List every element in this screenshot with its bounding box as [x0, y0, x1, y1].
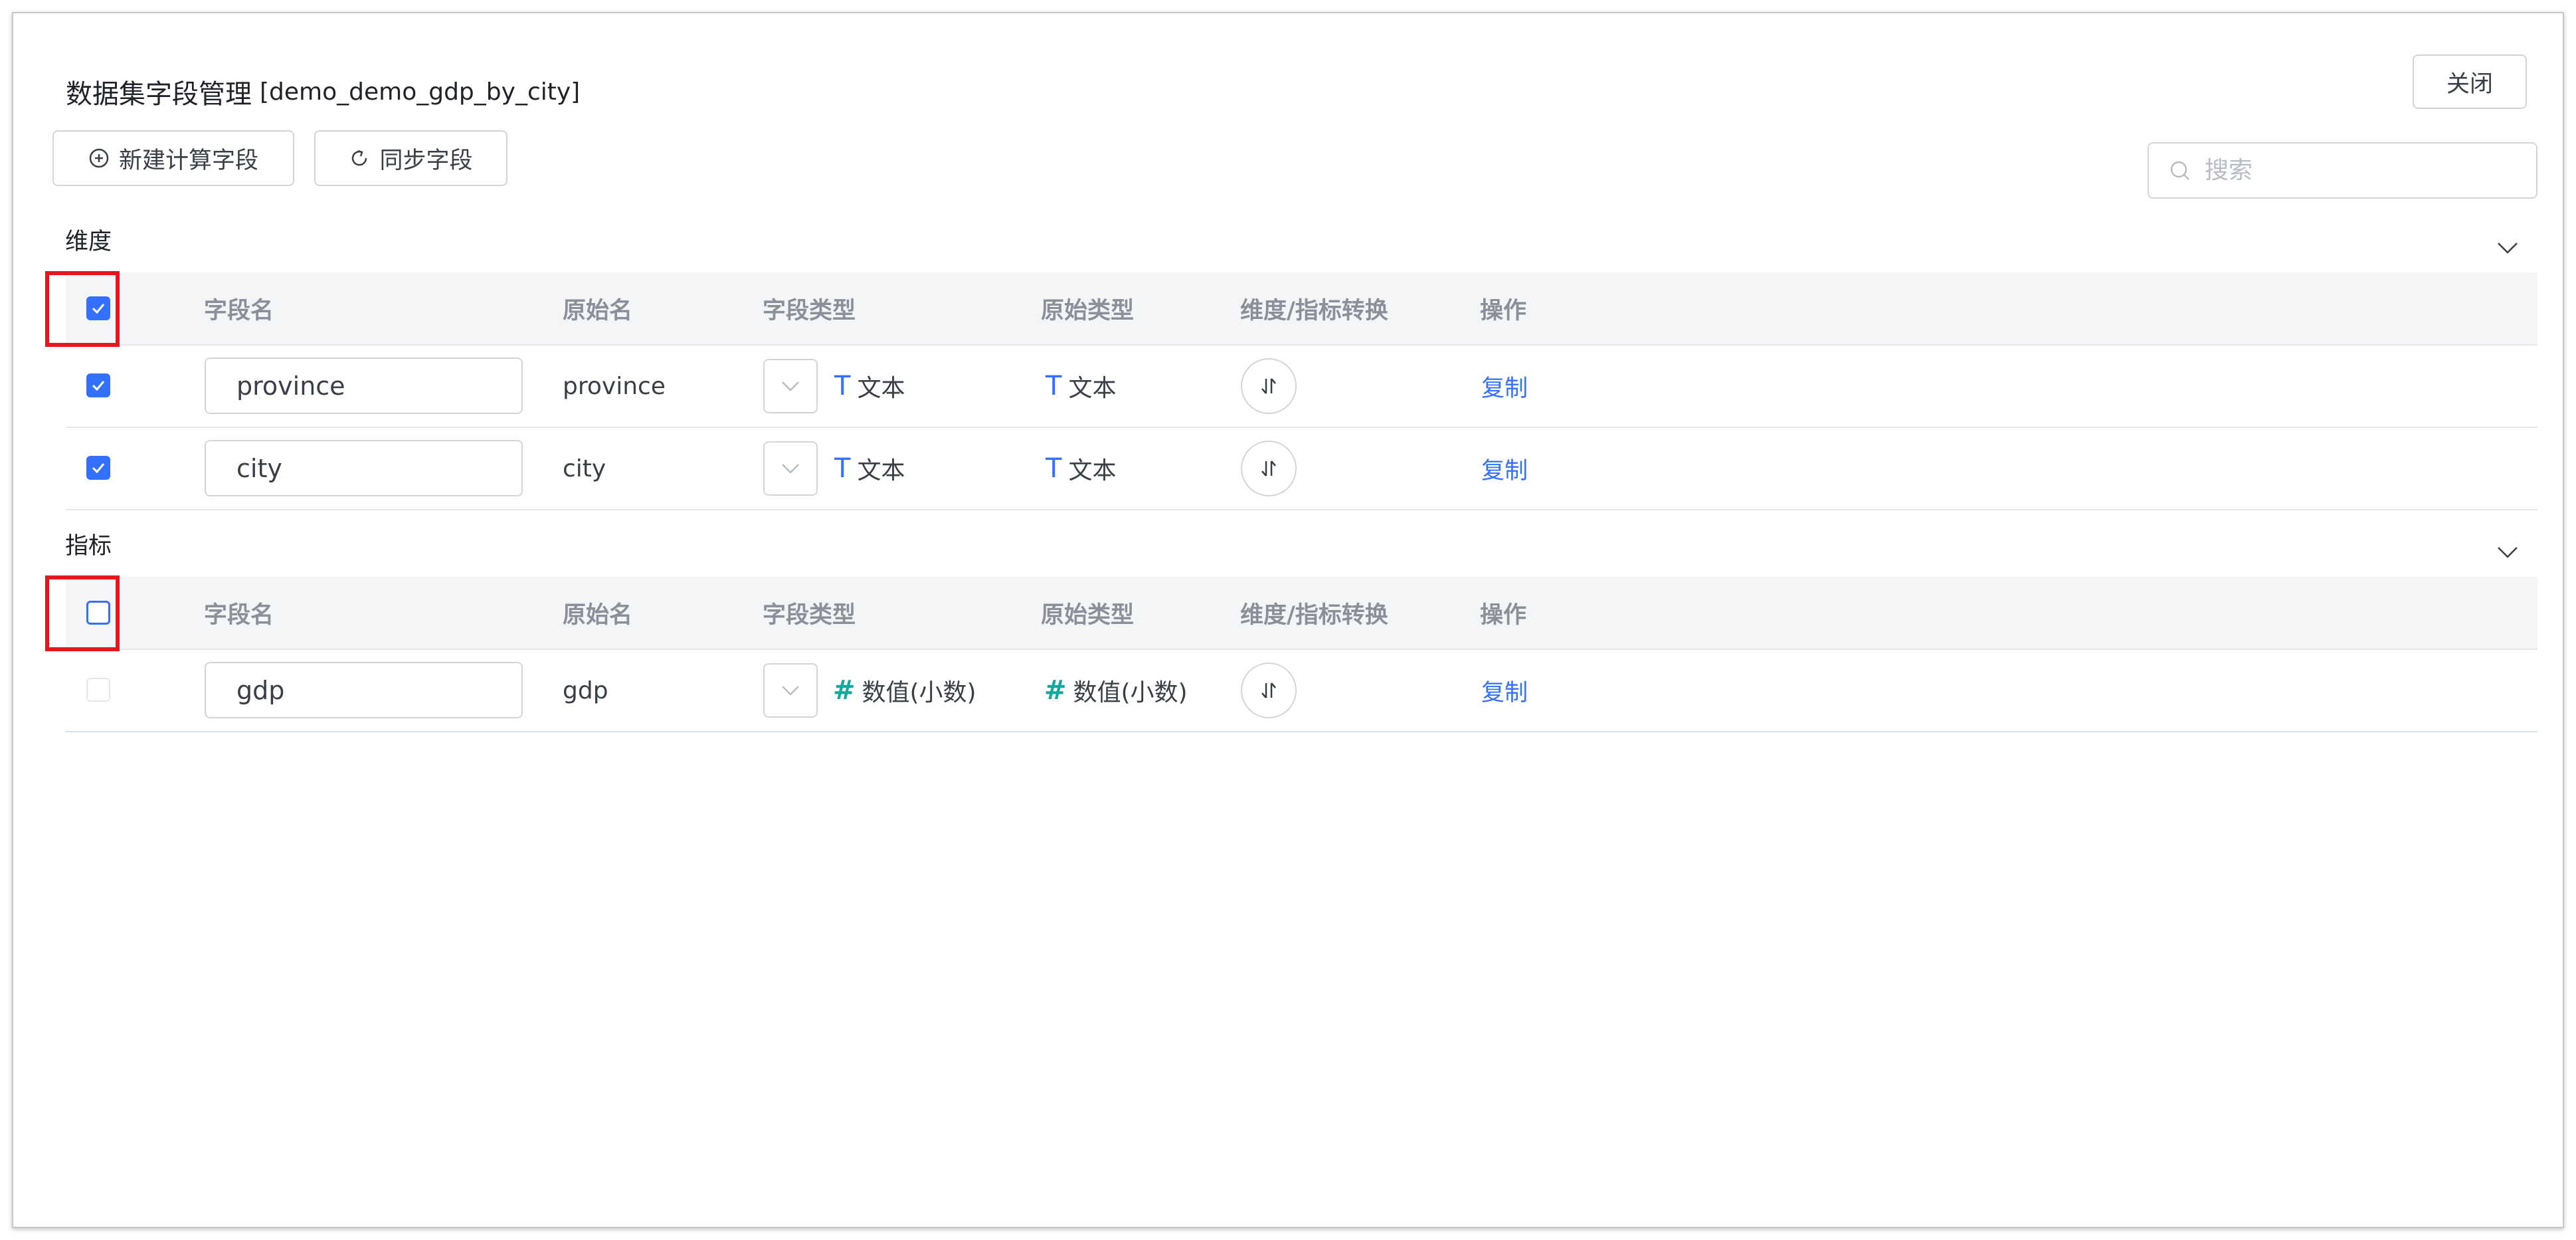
origin-name: city: [563, 455, 606, 482]
chevron-down-icon[interactable]: [2496, 545, 2519, 560]
column-header-convert: 维度/指标转换: [1240, 601, 1388, 629]
origin-type: T 文本: [1046, 428, 1116, 509]
field-type-label: 文本: [857, 375, 905, 402]
search-icon: [2170, 161, 2189, 180]
field-type-dropdown[interactable]: [763, 441, 818, 496]
dialog: 数据集字段管理 [demo_demo_gdp_by_city] 关闭 新建计算字…: [12, 12, 2564, 1228]
field-type-label: 文本: [857, 457, 905, 484]
column-header-convert: 维度/指标转换: [1240, 297, 1388, 324]
table-row: city city T 文本 T 文本 复制: [66, 428, 2537, 510]
field-type-dropdown[interactable]: [763, 663, 818, 718]
checkmark-icon: [92, 381, 105, 391]
origin-name: province: [563, 372, 666, 400]
column-header-field-name: 字段名: [204, 601, 274, 629]
close-button-label: 关闭: [2446, 70, 2493, 98]
swap-icon: [1261, 682, 1276, 698]
dimensions-section-title: 维度: [65, 229, 112, 255]
sync-fields-label: 同步字段: [379, 147, 473, 174]
number-type-icon: #: [1044, 675, 1067, 706]
chevron-down-icon: [782, 464, 799, 474]
sync-fields-button[interactable]: 同步字段: [314, 130, 507, 186]
number-type-icon: #: [833, 675, 856, 706]
copy-link[interactable]: 复制: [1481, 650, 1528, 731]
field-type-dropdown[interactable]: [763, 359, 818, 413]
field-type-label: 数值(小数): [862, 679, 976, 706]
origin-type-label: 文本: [1068, 457, 1117, 484]
page-title: 数据集字段管理 [demo_demo_gdp_by_city]: [66, 72, 580, 112]
metrics-section-title: 指标: [65, 533, 112, 560]
chevron-down-icon[interactable]: [2496, 241, 2519, 255]
dataset-name: [demo_demo_gdp_by_city]: [260, 78, 581, 106]
new-calculated-field-label: 新建计算字段: [118, 147, 258, 174]
origin-type-label: 数值(小数): [1073, 679, 1188, 706]
copy-link[interactable]: 复制: [1481, 346, 1528, 427]
swap-icon: [1261, 378, 1276, 394]
convert-button[interactable]: [1241, 663, 1297, 718]
chevron-down-icon: [782, 381, 799, 391]
new-calculated-field-button[interactable]: 新建计算字段: [52, 130, 294, 186]
text-type-icon: T: [1046, 453, 1062, 484]
plus-circle-icon: [89, 148, 109, 168]
convert-button[interactable]: [1241, 441, 1297, 496]
highlight-box: [45, 271, 120, 347]
column-header-origin-type: 原始类型: [1041, 297, 1135, 324]
column-header-field-name: 字段名: [204, 297, 274, 324]
column-header-field-type: 字段类型: [763, 601, 856, 629]
column-header-origin-name: 原始名: [563, 601, 633, 629]
column-header-origin-name: 原始名: [563, 297, 633, 324]
field-type: T 文本: [834, 428, 905, 509]
metrics-table-header: 字段名 原始名 字段类型 原始类型 维度/指标转换 操作: [66, 577, 2537, 650]
field-type: T 文本: [834, 346, 905, 427]
row-checkbox[interactable]: [86, 456, 110, 480]
refresh-icon: [352, 150, 367, 166]
swap-icon: [1261, 461, 1276, 476]
table-row: gdp gdp # 数值(小数) # 数值(小数) 复制: [66, 650, 2537, 732]
copy-link[interactable]: 复制: [1481, 428, 1528, 509]
row-checkbox[interactable]: [86, 373, 110, 397]
convert-button[interactable]: [1241, 358, 1297, 414]
column-header-origin-type: 原始类型: [1041, 601, 1135, 629]
dimensions-table-header: 字段名 原始名 字段类型 原始类型 维度/指标转换 操作: [66, 272, 2537, 346]
text-type-icon: T: [1046, 371, 1062, 401]
row-checkbox[interactable]: [86, 678, 110, 702]
field-name-input[interactable]: province: [205, 358, 523, 414]
column-header-actions: 操作: [1480, 297, 1527, 324]
origin-type: # 数值(小数): [1044, 650, 1188, 731]
text-type-icon: T: [834, 371, 851, 401]
table-row: province province T 文本 T 文本 复制: [66, 346, 2537, 428]
dialog-title: 数据集字段管理: [66, 79, 252, 110]
field-name-input[interactable]: gdp: [205, 662, 523, 718]
checkmark-icon: [92, 463, 105, 474]
field-type: # 数值(小数): [833, 650, 976, 731]
highlight-box: [45, 575, 120, 651]
close-button[interactable]: 关闭: [2413, 54, 2527, 109]
search-box[interactable]: [2148, 142, 2537, 199]
field-name-input[interactable]: city: [205, 440, 523, 496]
origin-type-label: 文本: [1068, 375, 1117, 402]
chevron-down-icon: [782, 686, 799, 696]
search-input[interactable]: [2203, 156, 2512, 185]
column-header-actions: 操作: [1480, 601, 1527, 629]
text-type-icon: T: [834, 453, 851, 484]
origin-type: T 文本: [1046, 346, 1116, 427]
column-header-field-type: 字段类型: [763, 297, 856, 324]
origin-name: gdp: [563, 676, 608, 704]
